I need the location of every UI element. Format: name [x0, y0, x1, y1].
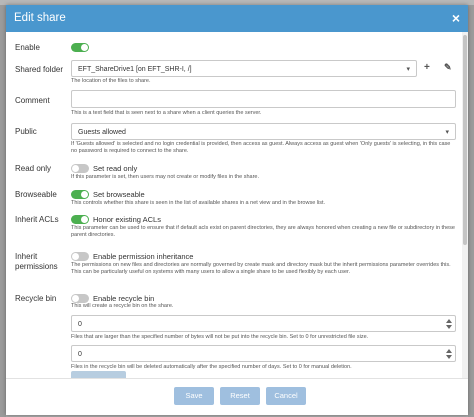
public-help: If 'Guests allowed' is selected and no l…	[71, 141, 451, 154]
reset-button[interactable]: Reset	[220, 387, 260, 405]
comment-label: Comment	[15, 96, 50, 105]
dialog-title: Edit share	[14, 12, 66, 24]
read-only-toggle[interactable]	[71, 164, 89, 173]
plus-icon[interactable]: +	[424, 62, 430, 73]
shared-folder-label: Shared folder	[15, 65, 64, 74]
recycle-bin-help: This will create a recycle bin on the sh…	[71, 303, 174, 309]
recycle-bin-toggle[interactable]	[71, 294, 89, 303]
inherit-acls-toggle-label: Honor existing ACLs	[93, 215, 161, 224]
spin-up-icon[interactable]	[446, 319, 452, 323]
shared-folder-select[interactable]: EFT_ShareDrive1 [on EFT_SHR-I, /] ▾	[71, 60, 417, 77]
inherit-acls-help: This parameter can be used to ensure tha…	[71, 225, 455, 238]
inherit-permissions-label-line1: Inherit	[15, 252, 38, 261]
backdrop-right	[468, 5, 474, 417]
browseable-toggle[interactable]	[71, 190, 89, 199]
dialog-body: Enable Shared folder EFT_ShareDrive1 [on…	[6, 32, 468, 378]
toggle-knob	[81, 216, 88, 223]
dialog-titlebar: Edit share ×	[6, 5, 468, 32]
spin-down-icon[interactable]	[446, 355, 452, 359]
recycle-bin-toggle-label: Enable recycle bin	[93, 294, 155, 303]
inherit-permissions-label-line2: permissions	[15, 262, 58, 271]
spin-down-icon[interactable]	[446, 325, 452, 329]
chevron-down-icon: ▾	[406, 66, 410, 73]
recycle-days-input[interactable]: 0	[71, 345, 456, 362]
toggle-knob	[81, 44, 88, 51]
public-value: Guests allowed	[78, 129, 126, 136]
recycle-bin-label: Recycle bin	[15, 294, 57, 303]
inherit-permissions-toggle-label: Enable permission inheritance	[93, 252, 194, 261]
toggle-knob	[72, 165, 79, 172]
recycle-max-size-input[interactable]: 0	[71, 315, 456, 332]
inherit-permissions-help: The permissions on new files and directo…	[71, 262, 451, 275]
scrollbar-thumb[interactable]	[463, 35, 467, 245]
inherit-acls-toggle[interactable]	[71, 215, 89, 224]
comment-input[interactable]	[71, 90, 456, 108]
read-only-label: Read only	[15, 164, 52, 173]
edit-share-dialog: Edit share × Enable Shared folder EFT_Sh…	[6, 5, 468, 415]
shared-folder-help: The location of the files to share.	[71, 78, 151, 84]
public-label: Public	[15, 127, 37, 136]
recycle-days-value: 0	[78, 351, 82, 358]
inherit-permissions-toggle[interactable]	[71, 252, 89, 261]
recycle-days-help: Files in the recycle bin will be deleted…	[71, 364, 352, 370]
read-only-help: If this parameter is set, then users may…	[71, 174, 259, 180]
enable-toggle[interactable]	[71, 43, 89, 52]
toggle-knob	[72, 253, 79, 260]
read-only-toggle-label: Set read only	[93, 164, 138, 173]
close-icon[interactable]: ×	[452, 10, 460, 26]
inherit-acls-label: Inherit ACLs	[15, 215, 59, 224]
save-button[interactable]: Save	[174, 387, 214, 405]
recycle-max-size-help: Files that are larger than the specified…	[71, 334, 369, 340]
public-select[interactable]: Guests allowed ▾	[71, 123, 456, 140]
spin-up-icon[interactable]	[446, 349, 452, 353]
comment-help: This is a text field that is seen next t…	[71, 110, 262, 116]
shared-folder-value: EFT_ShareDrive1 [on EFT_SHR-I, /]	[78, 66, 192, 73]
toggle-knob	[81, 191, 88, 198]
browseable-help: This controls whether this share is seen…	[71, 200, 326, 206]
dialog-footer: Save Reset Cancel	[6, 378, 468, 415]
browseable-toggle-label: Set browseable	[93, 190, 145, 199]
chevron-down-icon: ▾	[445, 129, 449, 136]
recycle-max-size-value: 0	[78, 321, 82, 328]
browseable-label: Browseable	[15, 190, 57, 199]
enable-label: Enable	[15, 43, 40, 52]
toggle-knob	[72, 295, 79, 302]
edit-pencil-icon[interactable]: ✎	[444, 62, 452, 73]
cancel-button[interactable]: Cancel	[266, 387, 306, 405]
